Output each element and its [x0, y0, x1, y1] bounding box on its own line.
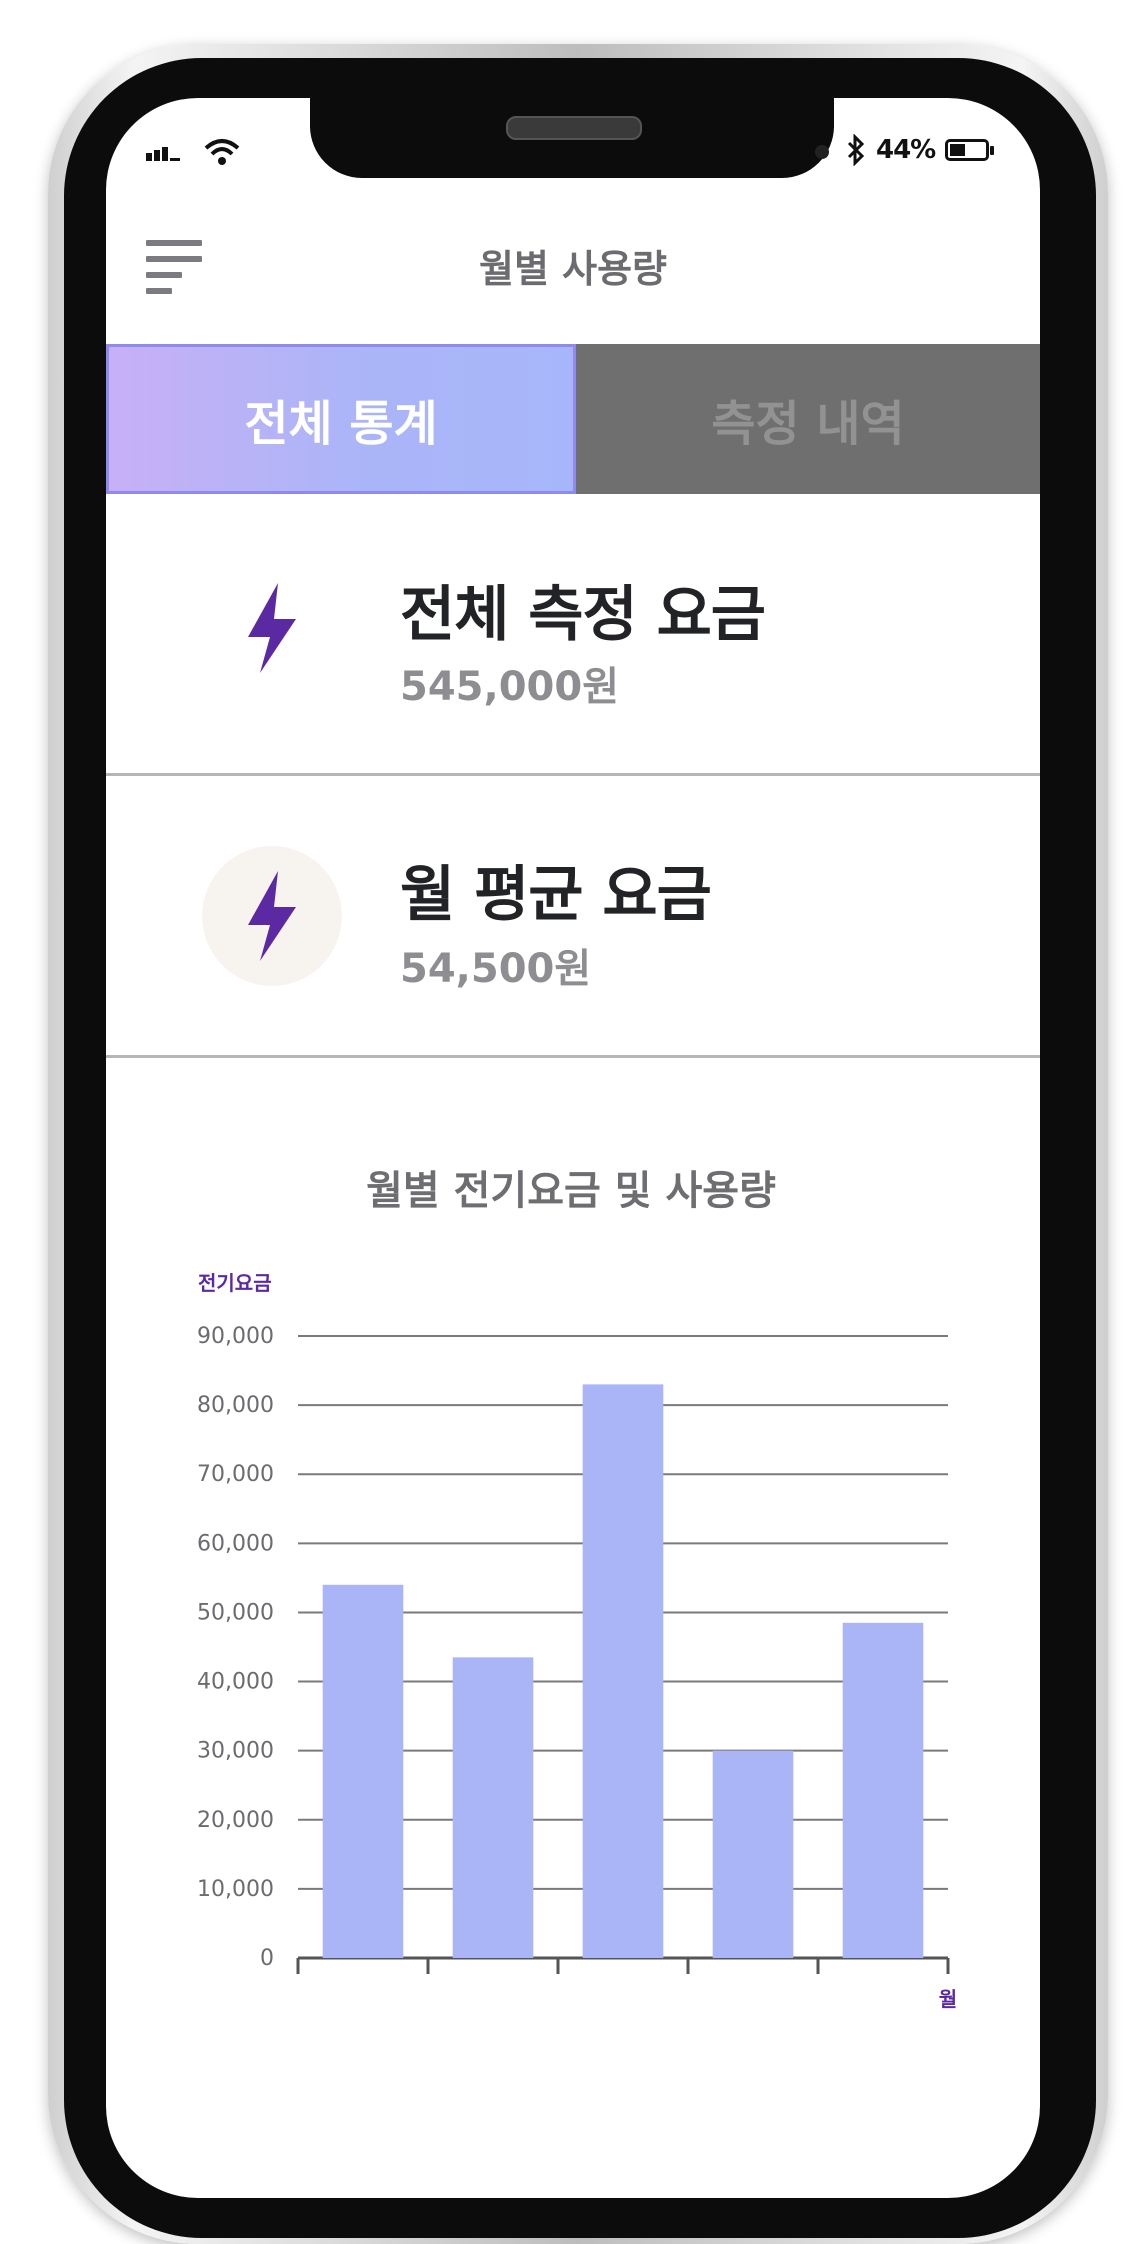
bar-chart: 전기요금 0 10,000 20,000 30,000 40,000 50,000 60,00… — [197, 1271, 957, 2011]
signal-icon — [146, 147, 180, 161]
bar — [322, 1584, 404, 1958]
lightning-icon-wrap — [202, 558, 342, 698]
y-tick-label: 30,000 — [197, 1739, 274, 1764]
y-tick-label: 60,000 — [197, 1531, 274, 1556]
y-tick-label: 40,000 — [197, 1670, 274, 1695]
wifi-icon — [204, 139, 240, 165]
battery-percent: 44% — [876, 135, 936, 165]
bar — [712, 1750, 794, 1958]
bar — [452, 1657, 534, 1958]
chart-title: 월별 전기요금 및 사용량 — [366, 1168, 776, 1214]
total-fee-value: 545,000원 — [400, 664, 619, 710]
lightning-icon-wrap — [202, 846, 342, 986]
bar — [842, 1622, 924, 1958]
bluetooth-icon — [847, 134, 865, 166]
y-axis-label: 전기요금 — [198, 1271, 272, 1295]
status-bar-left — [146, 138, 240, 166]
summary-monthly-average: 월 평균 요금 54,500원 — [106, 776, 1040, 1058]
monthly-average-title: 월 평균 요금 — [400, 860, 712, 930]
lightning-icon — [248, 871, 296, 961]
y-tick-label: 50,000 — [197, 1600, 274, 1625]
y-tick-label: 0 — [260, 1946, 274, 1971]
speaker-grille — [506, 116, 642, 140]
y-tick-label: 70,000 — [197, 1462, 274, 1487]
tab-overall-stats[interactable]: 전체 통계 — [106, 344, 576, 494]
y-tick-label: 10,000 — [197, 1877, 274, 1902]
y-tick-label: 20,000 — [197, 1808, 274, 1833]
tab-measurement-history[interactable]: 측정 내역 — [576, 344, 1040, 494]
lightning-icon — [248, 583, 296, 673]
total-fee-title: 전체 측정 요금 — [400, 580, 766, 650]
front-camera — [815, 145, 829, 159]
battery-level-fill — [950, 144, 966, 156]
y-tick-label: 90,000 — [197, 1324, 274, 1349]
page-title: 월별 사용량 — [478, 247, 668, 291]
monthly-average-value: 54,500원 — [400, 946, 592, 992]
x-axis-label: 월 — [939, 1987, 957, 2011]
tab-bar: 전체 통계 측정 내역 — [106, 344, 1040, 494]
y-tick-label: 80,000 — [197, 1393, 274, 1418]
status-bar-right: 44% — [846, 134, 995, 166]
battery-icon — [945, 139, 995, 161]
bar — [582, 1384, 664, 1958]
summary-total-fee: 전체 측정 요금 545,000원 — [106, 494, 1040, 776]
